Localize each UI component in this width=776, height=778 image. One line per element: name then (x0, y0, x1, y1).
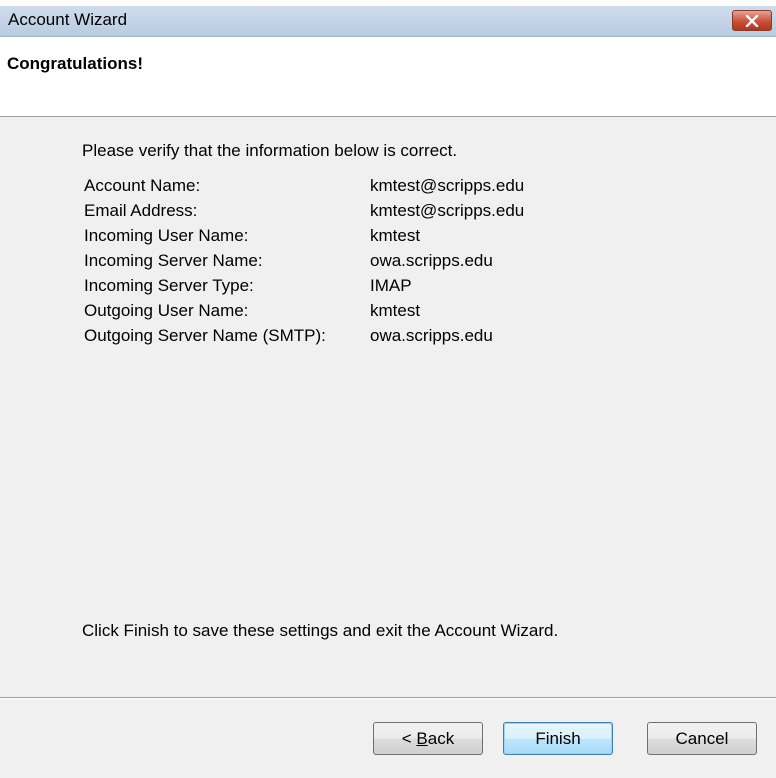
info-label: Outgoing User Name: (84, 301, 249, 320)
window-title: Account Wizard (8, 10, 128, 29)
info-label: Account Name: (84, 176, 201, 195)
info-label: Outgoing Server Name (SMTP): (84, 326, 326, 345)
info-value: kmtest (370, 301, 421, 320)
back-button-prefix: < (401, 728, 417, 748)
page-title: Congratulations! (7, 54, 143, 73)
back-button-accelerator: B (416, 728, 428, 748)
back-button-label: ack (427, 728, 455, 748)
finish-button[interactable]: Finish (503, 722, 613, 755)
finish-button-label: Finish (535, 728, 581, 748)
info-value: kmtest (370, 226, 421, 245)
info-label: Incoming User Name: (84, 226, 249, 245)
info-value: IMAP (370, 276, 412, 295)
wizard-header: Congratulations! (0, 37, 776, 117)
info-value: kmtest@scripps.edu (370, 201, 525, 220)
info-label: Incoming Server Type: (84, 276, 254, 295)
close-button[interactable] (732, 10, 772, 31)
info-label: Incoming Server Name: (84, 251, 263, 270)
button-bar: < Back Finish Cancel (0, 699, 776, 778)
finish-instruction: Click Finish to save these settings and … (82, 621, 559, 640)
title-bar: Account Wizard (0, 6, 776, 37)
info-value: owa.scripps.edu (370, 326, 493, 345)
back-button[interactable]: < Back (373, 722, 483, 755)
cancel-button-label: Cancel (675, 728, 729, 748)
intro-text: Please verify that the information below… (82, 141, 458, 160)
info-label: Email Address: (84, 201, 198, 220)
close-icon (745, 14, 759, 27)
info-value: kmtest@scripps.edu (370, 176, 525, 195)
cancel-button[interactable]: Cancel (647, 722, 757, 755)
wizard-content: Please verify that the information below… (0, 117, 776, 698)
info-value: owa.scripps.edu (370, 251, 493, 270)
